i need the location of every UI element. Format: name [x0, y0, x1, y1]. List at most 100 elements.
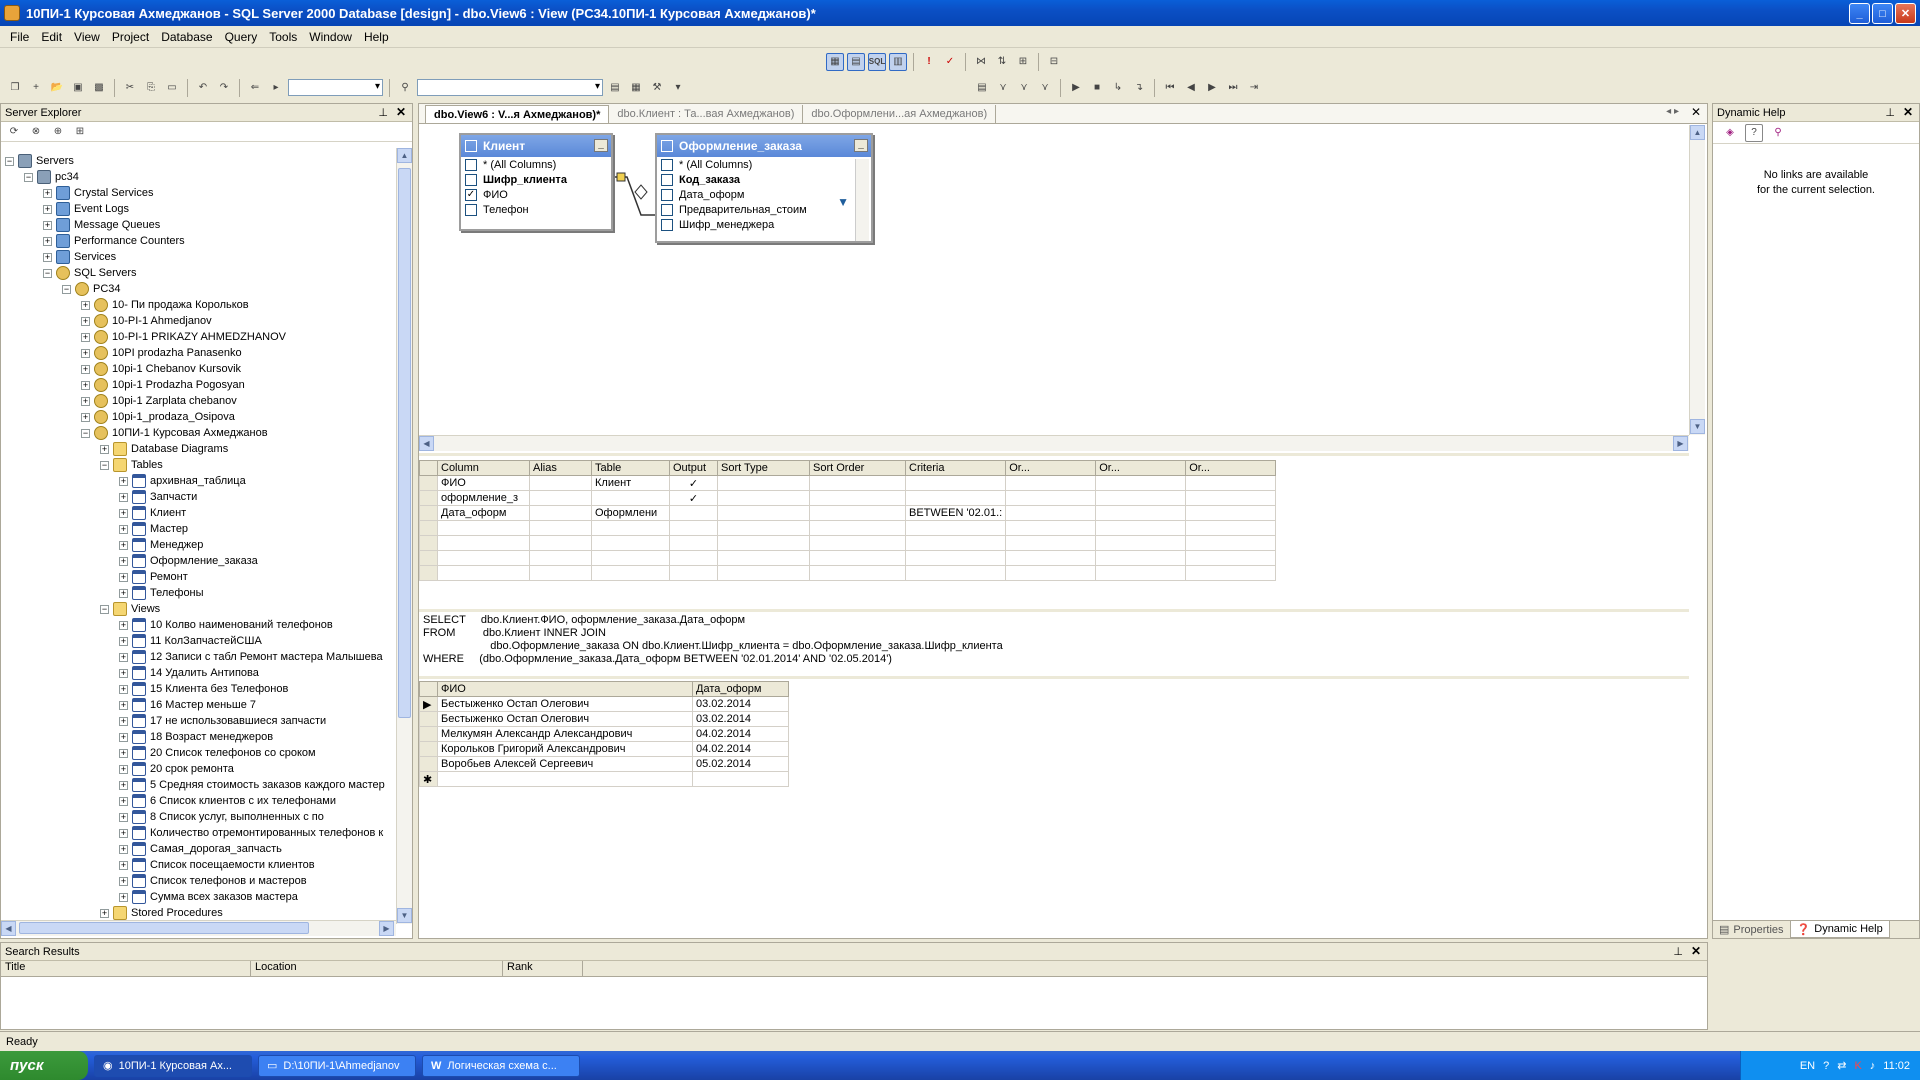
tree-node[interactable]: +10PI prodazha Panasenko: [81, 345, 242, 361]
contents-icon[interactable]: ◈: [1721, 124, 1739, 142]
tab-klient[interactable]: dbo.Клиент : Та...вая Ахмеджанов): [609, 105, 804, 123]
align-icon[interactable]: ⋎: [994, 79, 1012, 97]
tree-node[interactable]: − PC34: [62, 281, 121, 297]
close-panel-icon[interactable]: ✕: [396, 105, 406, 119]
tree-vscrollbar[interactable]: ▲ ▼: [396, 148, 412, 924]
grid-cell[interactable]: ФИО: [437, 475, 530, 491]
column-checkbox[interactable]: [661, 173, 673, 186]
debug-stop-icon[interactable]: ■: [1088, 79, 1106, 97]
expand-icon[interactable]: +: [81, 348, 90, 358]
grid-cell[interactable]: Оформлени: [591, 505, 670, 521]
row-selector[interactable]: ▶: [419, 696, 438, 712]
format-icon[interactable]: ▤: [973, 79, 991, 97]
maximize-button[interactable]: □: [1872, 3, 1893, 24]
new-record-icon[interactable]: ⇥: [1245, 79, 1263, 97]
col-location[interactable]: Location: [251, 961, 503, 976]
grid-cell[interactable]: [717, 520, 810, 536]
tree-node[interactable]: − 10ПИ-1 Курсовая Ахмеджанов: [81, 425, 268, 441]
close-panel-icon[interactable]: ✕: [1903, 105, 1913, 119]
expand-icon[interactable]: +: [43, 204, 52, 214]
new-project-icon[interactable]: ❐: [6, 79, 24, 97]
tree-node[interactable]: + Оформление_заказа: [119, 553, 258, 569]
tree-node[interactable]: +10- Пи продажа Корольков: [81, 297, 249, 313]
column-checkbox[interactable]: [465, 173, 477, 186]
new-row-selector[interactable]: ✱: [419, 771, 438, 787]
grid-cell[interactable]: [669, 550, 718, 566]
grid-cell[interactable]: [809, 520, 906, 536]
tree-node[interactable]: +10 Колво наименований телефонов: [119, 617, 333, 633]
pin-icon[interactable]: ⊥: [1885, 106, 1895, 119]
col-rank[interactable]: Rank: [503, 961, 583, 976]
change-type-icon[interactable]: ⊟: [1045, 53, 1063, 71]
expand-icon[interactable]: +: [119, 572, 128, 582]
expand-icon[interactable]: +: [119, 556, 128, 566]
grid-cell[interactable]: [669, 535, 718, 551]
result-cell[interactable]: 04.02.2014: [692, 726, 789, 742]
grid-cell[interactable]: [1095, 475, 1187, 491]
grid-cell[interactable]: [437, 550, 530, 566]
navigate-icon[interactable]: ⇐: [246, 79, 264, 97]
tree-hscrollbar[interactable]: ◀ ▶: [1, 920, 396, 936]
grid-cell[interactable]: [1005, 490, 1097, 506]
tree-node[interactable]: + Сумма всех заказов мастера: [119, 889, 298, 905]
index-icon[interactable]: ?: [1745, 123, 1763, 142]
pin-icon[interactable]: ⊥: [378, 106, 388, 119]
column-checkbox[interactable]: [661, 188, 673, 201]
tree-node[interactable]: + архивная_таблица: [119, 473, 246, 489]
expand-icon[interactable]: +: [43, 188, 52, 198]
step-icon[interactable]: ↳: [1109, 79, 1127, 97]
add-item-icon[interactable]: +: [27, 79, 45, 97]
scroll-left-icon[interactable]: ◀: [1, 921, 16, 936]
menu-file[interactable]: File: [4, 30, 35, 44]
tree-node[interactable]: +10pi-1 Prodazha Pogosyan: [81, 377, 245, 393]
grid-cell[interactable]: [529, 565, 592, 581]
undo-icon[interactable]: ↶: [194, 79, 212, 97]
tree-node[interactable]: +11 КолЗапчастейСША: [119, 633, 262, 649]
properties-icon[interactable]: ▦: [627, 79, 645, 97]
table-column[interactable]: * (All Columns): [461, 157, 611, 172]
menu-tools[interactable]: Tools: [263, 30, 303, 44]
tree-node[interactable]: + Database Diagrams: [100, 441, 228, 457]
grid-cell[interactable]: ✓: [669, 475, 718, 491]
stop-icon[interactable]: ⊗: [27, 123, 45, 141]
menu-window[interactable]: Window: [303, 30, 358, 44]
expand-icon[interactable]: +: [119, 524, 128, 534]
tree-node[interactable]: +15 Клиента без Телефонов: [119, 681, 288, 697]
grid-header[interactable]: Output: [669, 460, 718, 476]
grid-cell[interactable]: [529, 535, 592, 551]
grid-cell[interactable]: [669, 565, 718, 581]
expand-icon[interactable]: +: [119, 652, 128, 662]
column-checkbox[interactable]: [465, 203, 477, 216]
expand-icon[interactable]: +: [81, 380, 90, 390]
collapse-icon[interactable]: −: [100, 460, 109, 470]
tree-node[interactable]: + Список телефонов и мастеров: [119, 873, 307, 889]
tree-node[interactable]: +12 Записи с табл Ремонт мастера Малышев…: [119, 649, 383, 665]
results-grid[interactable]: ФИО Дата_оформ ▶ Бестыженко Остап Олегович 0…: [419, 681, 789, 787]
table-column[interactable]: Телефон: [461, 202, 611, 217]
tab-properties[interactable]: ▤ Properties: [1713, 921, 1790, 938]
save-icon[interactable]: ▣: [69, 79, 87, 97]
tree-node[interactable]: + Телефоны: [119, 585, 204, 601]
grid-cell[interactable]: [1005, 520, 1097, 536]
tree-node[interactable]: +17 не использовавшиеся запчасти: [119, 713, 326, 729]
table-column[interactable]: Шифр_клиента: [461, 172, 611, 187]
paste-icon[interactable]: ▭: [163, 79, 181, 97]
result-cell[interactable]: [437, 771, 693, 787]
grid-cell[interactable]: [809, 535, 906, 551]
expand-icon[interactable]: +: [119, 732, 128, 742]
menu-project[interactable]: Project: [106, 30, 155, 44]
grid-cell[interactable]: [904, 550, 1007, 566]
grid-cell[interactable]: [1095, 565, 1187, 581]
table-column[interactable]: ✓ ФИО: [461, 187, 611, 202]
grid-header[interactable]: Or...: [1005, 460, 1097, 476]
col-title[interactable]: Title: [1, 961, 251, 976]
expand-icon[interactable]: +: [119, 716, 128, 726]
result-cell[interactable]: 03.02.2014: [692, 711, 789, 727]
search-icon[interactable]: ⚲: [1769, 124, 1787, 142]
grid-cell[interactable]: [437, 520, 530, 536]
expand-icon[interactable]: +: [119, 476, 128, 486]
remove-filter-icon[interactable]: ⋈: [972, 53, 990, 71]
next-record-icon[interactable]: ▶: [1203, 79, 1221, 97]
find-icon[interactable]: ⚲: [396, 79, 414, 97]
toolbox-icon[interactable]: ⚒: [648, 79, 666, 97]
